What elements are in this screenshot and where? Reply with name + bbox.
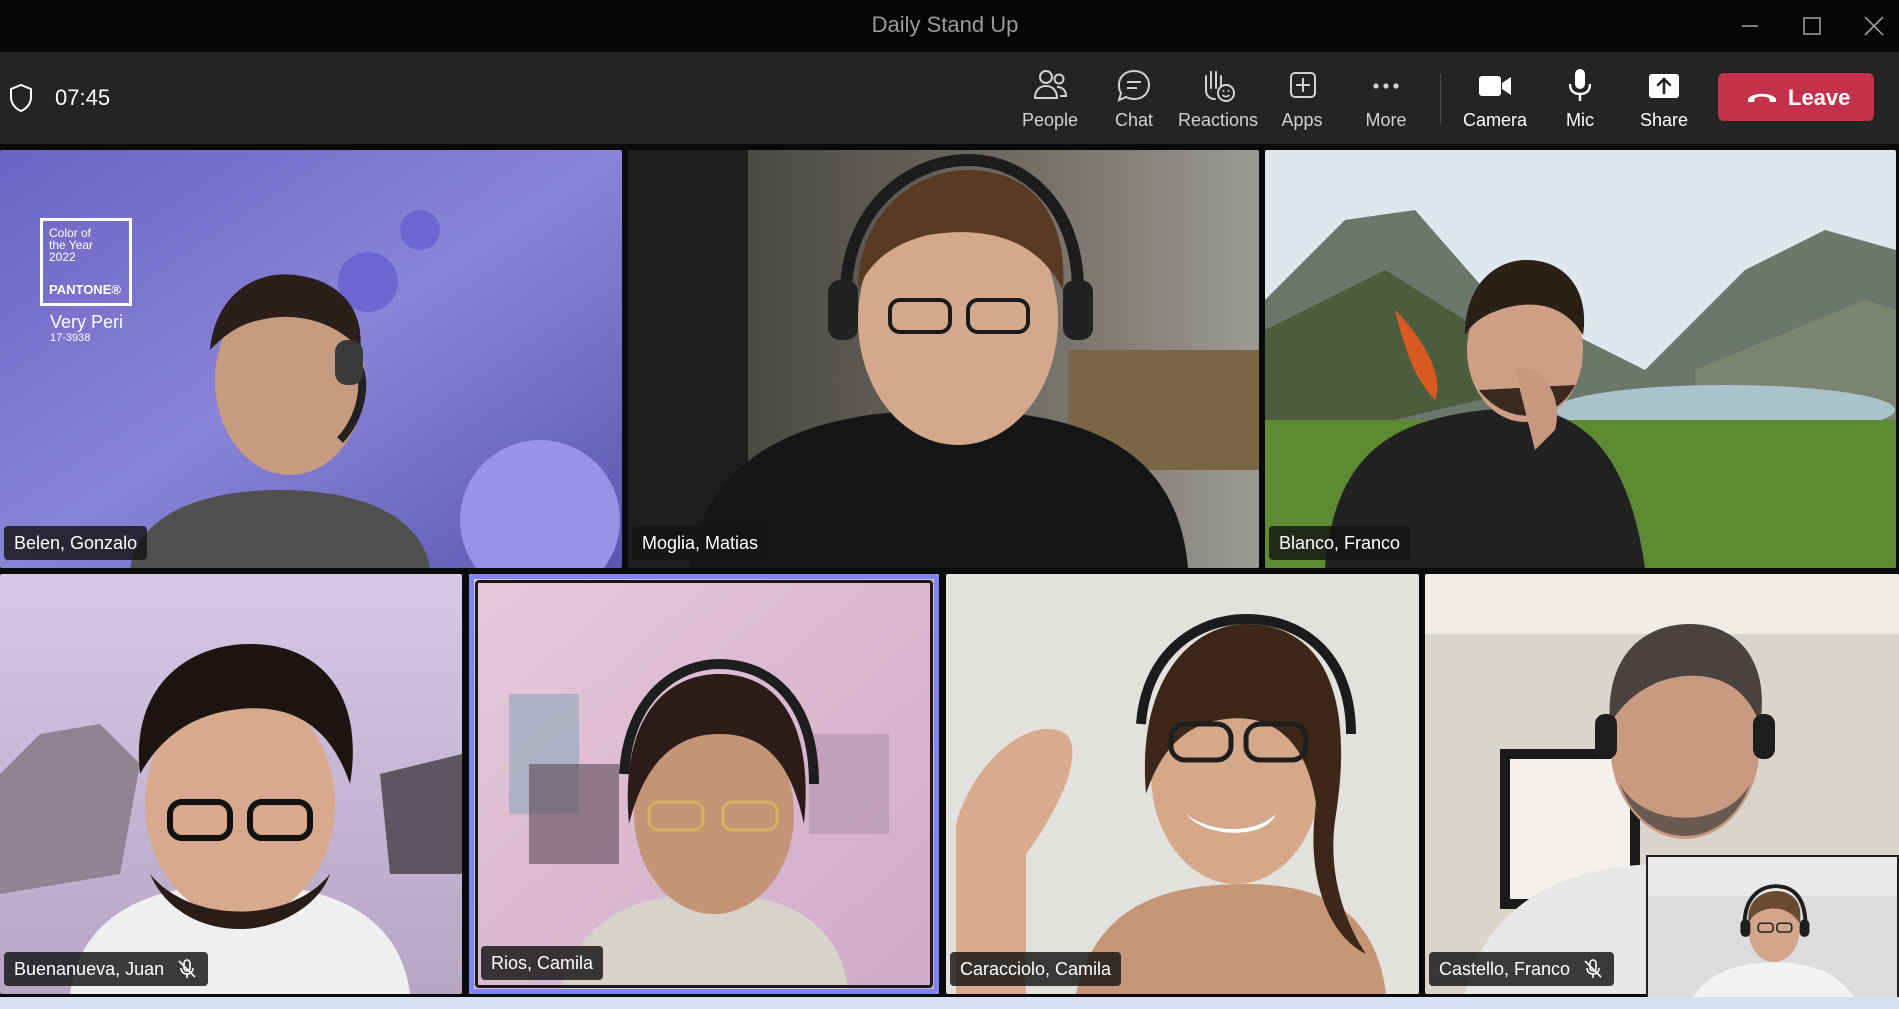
minimize-button[interactable] [1732, 8, 1768, 44]
participant-name-text: Moglia, Matias [642, 533, 759, 553]
participant-tile[interactable]: Moglia, Matias [628, 150, 1259, 568]
participant-name-text: Blanco, Franco [1279, 533, 1401, 553]
camera-label: Camera [1462, 110, 1528, 130]
apps-button[interactable]: Apps [1260, 66, 1344, 136]
reactions-icon [1205, 71, 1235, 102]
video-feed [628, 150, 1259, 568]
minimize-icon [1742, 25, 1758, 27]
mic-label: Mic [1566, 110, 1594, 130]
more-button[interactable]: More [1344, 66, 1428, 136]
pantone-line3: 2022 [49, 250, 76, 264]
participant-name: Buenanueva, Juan [4, 952, 209, 986]
meeting-toolbar: 07:45 People Chat Reactions Apps More Ca… [0, 52, 1899, 144]
camera-icon [1479, 76, 1511, 96]
window-titlebar: Daily Stand Up [0, 0, 1899, 52]
people-button[interactable]: People [1008, 66, 1092, 136]
participant-name-text: Belen, Gonzalo [14, 533, 138, 553]
meeting-timer: 07:45 [55, 85, 111, 110]
video-feed [0, 574, 462, 994]
participant-tile[interactable]: Color of the Year 2022 PANTONE® Very Peri … [0, 150, 622, 568]
people-icon [1033, 70, 1068, 99]
participant-name-text: Rios, Camila [491, 953, 594, 973]
share-label: Share [1639, 110, 1689, 130]
participant-tile[interactable]: Blanco, Franco [1265, 150, 1896, 568]
participant-name: Caracciolo, Camila [950, 952, 1122, 986]
video-feed [0, 150, 622, 568]
participant-name: Belen, Gonzalo [4, 526, 148, 560]
self-view-feed [1648, 857, 1897, 1007]
chat-button[interactable]: Chat [1092, 66, 1176, 136]
mic-button[interactable]: Mic [1538, 66, 1622, 136]
maximize-icon [1803, 17, 1821, 35]
apps-label: Apps [1281, 110, 1323, 130]
more-label: More [1365, 110, 1407, 130]
taskbar-edge [0, 997, 1899, 1009]
shield-icon[interactable] [8, 83, 34, 113]
chat-icon [1117, 69, 1151, 102]
muted-mic-icon [178, 959, 196, 978]
participant-name-text: Caracciolo, Camila [960, 959, 1112, 979]
participant-tile[interactable]: Buenanueva, Juan [0, 574, 462, 994]
participant-tile[interactable]: Caracciolo, Camila [946, 574, 1419, 994]
meeting-title: Daily Stand Up [871, 12, 1019, 37]
more-icon [1373, 83, 1399, 89]
participant-name: Rios, Camila [481, 946, 604, 980]
pantone-color-name: Very Peri [50, 312, 124, 332]
participant-name: Moglia, Matias [632, 526, 769, 560]
muted-mic-icon [1584, 959, 1602, 978]
share-screen-icon [1649, 74, 1679, 98]
reactions-button[interactable]: Reactions [1176, 66, 1260, 136]
chat-label: Chat [1114, 110, 1154, 130]
leave-label: Leave [1788, 85, 1851, 110]
hang-up-icon [1748, 93, 1776, 102]
video-grid: Color of the Year 2022 PANTONE® Very Peri … [0, 144, 1899, 1009]
participant-name: Castello, Franco [1429, 952, 1615, 986]
participant-tile[interactable]: Rios, Camila [469, 574, 939, 994]
pantone-color-code: 17-3938 [50, 332, 91, 344]
maximize-button[interactable] [1794, 8, 1830, 44]
pantone-card: Color of the Year 2022 PANTONE® [40, 218, 132, 306]
add-apps-icon [1290, 72, 1316, 98]
participant-name-text: Castello, Franco [1439, 959, 1571, 979]
toolbar-divider [1440, 74, 1441, 124]
leave-button[interactable]: Leave [1718, 73, 1874, 121]
video-feed [946, 574, 1419, 994]
reactions-label: Reactions [1177, 110, 1259, 130]
people-label: People [1021, 110, 1079, 130]
active-speaker-inner-border [475, 580, 933, 988]
microphone-icon [1568, 69, 1592, 101]
participant-name-text: Buenanueva, Juan [14, 959, 165, 979]
close-icon [1864, 16, 1884, 36]
pantone-brand: PANTONE® [49, 282, 121, 297]
self-view-video[interactable] [1646, 855, 1899, 1009]
participant-name: Blanco, Franco [1269, 526, 1411, 560]
close-window-button[interactable] [1856, 8, 1892, 44]
share-button[interactable]: Share [1622, 66, 1706, 136]
camera-button[interactable]: Camera [1453, 66, 1537, 136]
video-feed [1265, 150, 1896, 568]
